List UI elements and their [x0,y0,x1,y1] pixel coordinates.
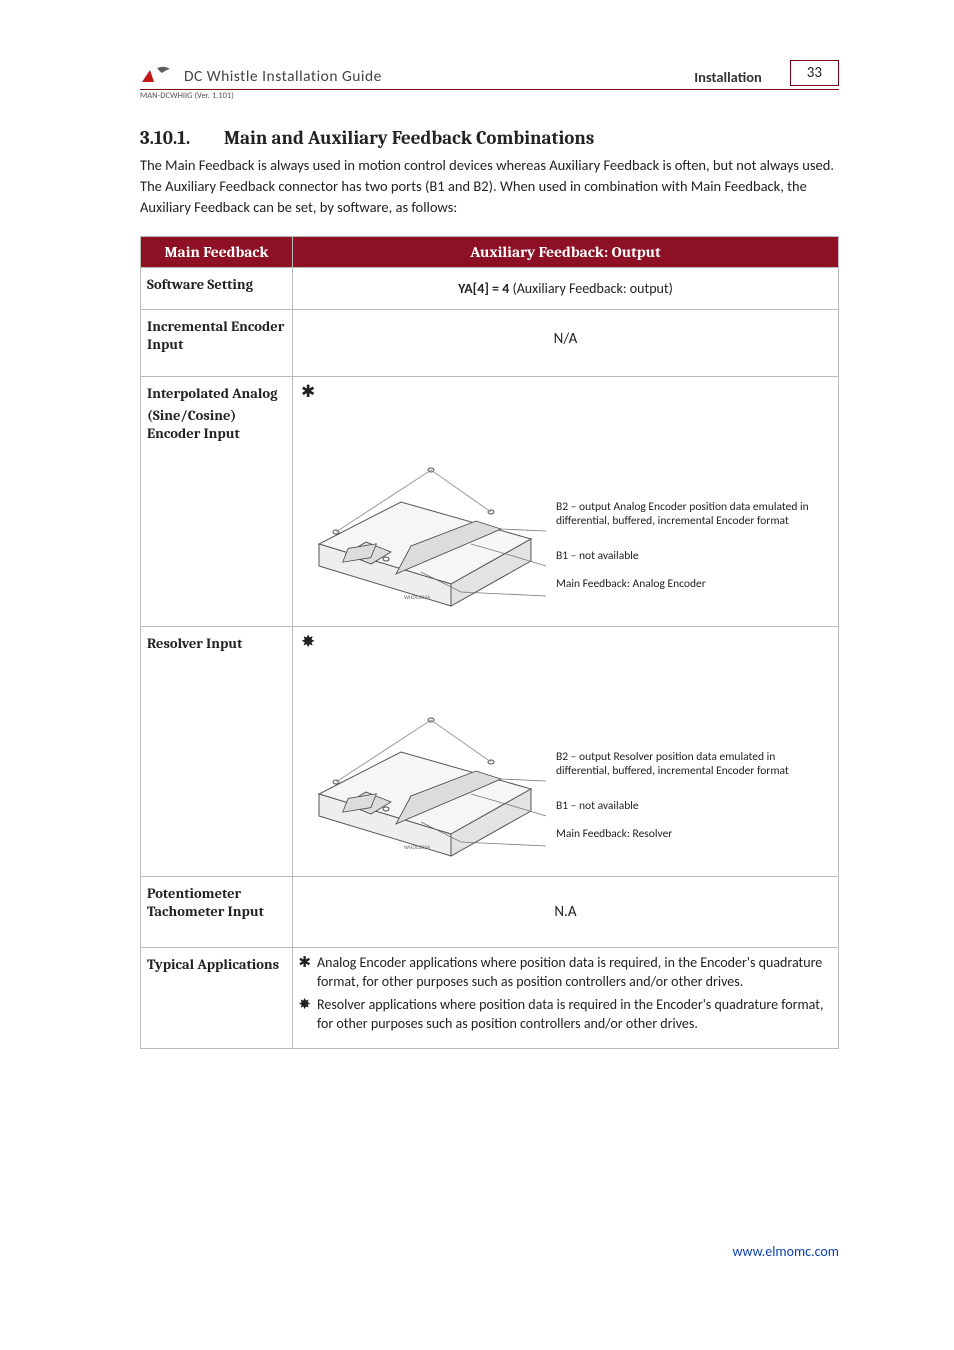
software-setting-cell: YA[4] = 4 (Auxiliary Feedback: output) [293,268,839,310]
app-text: Analog Encoder applications where positi… [317,954,830,992]
doc-code: MAN-DCWHIIG (Ver. 1.101) [140,91,839,101]
section-title: Main and Auxiliary Feedback Combinations [224,127,594,149]
table-row: Software Setting YA[4] = 4 (Auxiliary Fe… [141,268,839,310]
apps-cell: ✱ Analog Encoder applications where posi… [293,948,839,1049]
app-bullet: ✸ [297,996,311,1034]
device-diagram: WHDC003A [301,674,551,874]
callout-b2: B2 – output Resolver position data emula… [556,750,826,779]
pot-value: N.A [293,877,839,948]
row-label-software: Software Setting [141,268,293,310]
section-heading: 3.10.1.Main and Auxiliary Feedback Combi… [140,127,839,149]
callout-b1: B1 – not available [556,799,826,813]
callout-main: Main Feedback: Resolver [556,827,826,841]
ya-key: YA[4] = 4 [458,280,509,297]
table-row: Interpolated Analog (Sine/Cosine) Encode… [141,377,839,627]
app-item: ✱ Analog Encoder applications where posi… [297,954,830,992]
callout-b1: B1 – not available [556,549,826,563]
col1-header: Main Feedback [141,237,293,268]
col2-header: Auxiliary Feedback: Output [293,237,839,268]
doc-title: DC Whistle Installation Guide [184,67,382,86]
row-label-apps: Typical Applications [141,948,293,1049]
header-divider [140,89,839,90]
table-row: Resolver Input ✸ [141,627,839,877]
resolver-callouts: B2 – output Resolver position data emula… [556,750,826,856]
analog-label-l1: Interpolated Analog [147,385,286,403]
table-row: Potentiometer Tachometer Input N.A [141,877,839,948]
app-item: ✸ Resolver applications where position d… [297,996,830,1034]
callout-b2: B2 – output Analog Encoder position data… [556,500,826,529]
table-row: Typical Applications ✱ Analog Encoder ap… [141,948,839,1049]
resolver-diagram-cell: ✸ [293,627,839,877]
analog-callouts: B2 – output Analog Encoder position data… [556,500,826,606]
resolver-bullet: ✸ [301,633,830,650]
feedback-table: Main Feedback Auxiliary Feedback: Output… [140,236,839,1049]
analog-diagram-cell: ✱ [293,377,839,627]
incremental-value: N/A [293,310,839,377]
table-row: Incremental Encoder Input N/A [141,310,839,377]
analog-bullet: ✱ [301,383,830,400]
section-label: Installation [694,68,762,86]
app-bullet: ✱ [297,954,311,992]
section-number: 3.10.1. [140,127,224,149]
analog-label-l2: (Sine/Cosine) Encoder Input [147,407,286,443]
footer-link[interactable]: www.elmomc.com [732,1243,839,1260]
section-intro: The Main Feedback is always used in moti… [140,155,839,218]
diagram-code: WHDC003A [404,595,431,601]
logo [140,64,176,86]
app-text: Resolver applications where position dat… [317,996,830,1034]
diagram-code: WHDC003A [404,845,431,851]
row-label-resolver: Resolver Input [141,627,293,877]
row-label-incremental: Incremental Encoder Input [141,310,293,377]
row-label-analog: Interpolated Analog (Sine/Cosine) Encode… [141,377,293,627]
row-label-pot: Potentiometer Tachometer Input [141,877,293,948]
ya-desc: (Auxiliary Feedback: output) [509,280,673,297]
callout-main: Main Feedback: Analog Encoder [556,577,826,591]
device-diagram: WHDC003A [301,424,551,624]
page-number: 33 [790,60,839,86]
